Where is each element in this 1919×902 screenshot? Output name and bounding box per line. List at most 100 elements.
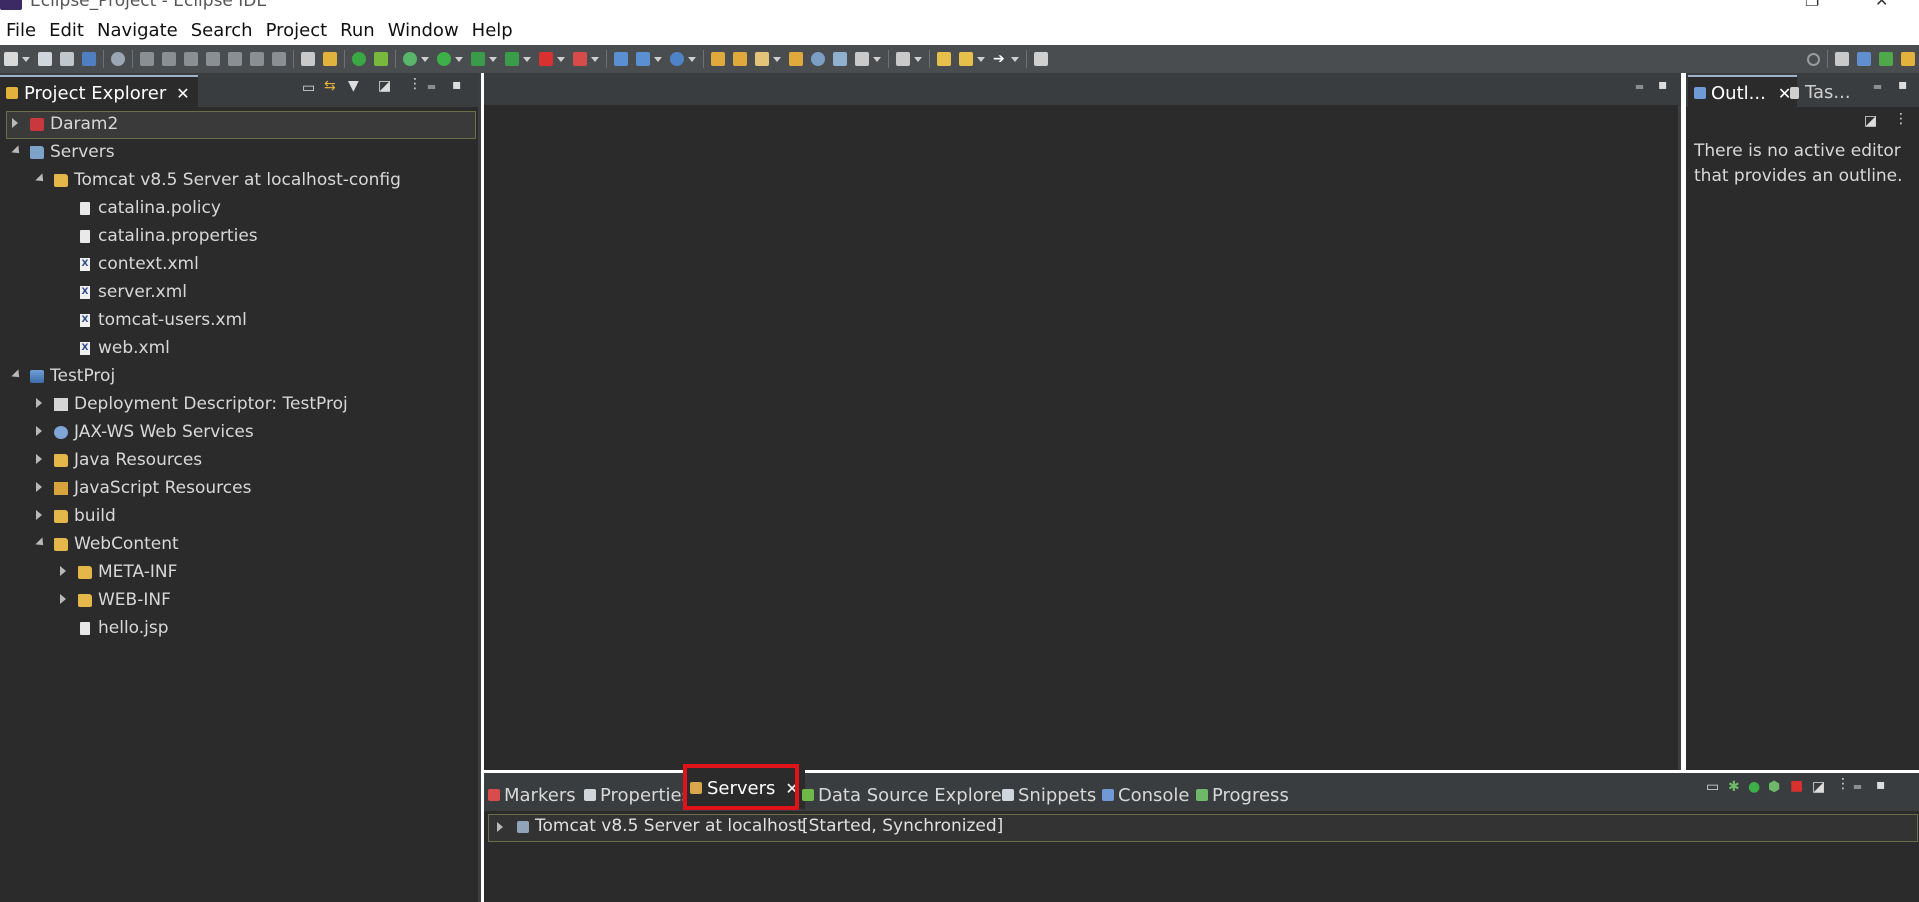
pin-editor-icon[interactable]	[896, 52, 910, 66]
new-class-dropdown-icon[interactable]	[688, 56, 696, 62]
minimize-editor-icon[interactable]: ‗	[1636, 73, 1643, 89]
expand-server-icon[interactable]	[497, 822, 503, 832]
tree-item-context-xml[interactable]: X context.xml	[78, 251, 199, 277]
expand-icon[interactable]	[60, 594, 66, 604]
new-dropdown-icon[interactable]	[22, 56, 30, 62]
tree-item-hello-jsp[interactable]: hello.jsp	[78, 615, 169, 641]
maximize-icon[interactable]: ❐	[1805, 0, 1819, 10]
tree-item-jaxws[interactable]: JAX-WS Web Services	[36, 419, 254, 445]
drop-to-frame-icon[interactable]	[301, 52, 315, 66]
skip-breakpoints-icon[interactable]	[111, 52, 125, 66]
new-class-icon[interactable]	[670, 52, 684, 66]
open-resource-icon[interactable]	[733, 52, 747, 66]
tree-item-web-xml[interactable]: X web.xml	[78, 335, 170, 361]
step-into-icon[interactable]	[228, 52, 242, 66]
collapse-icon[interactable]	[35, 173, 47, 185]
tab-markers[interactable]: Markers	[488, 779, 576, 811]
expand-icon[interactable]	[60, 566, 66, 576]
tree-item-webcontent[interactable]: WebContent	[35, 531, 179, 557]
run-dropdown-icon[interactable]	[455, 56, 463, 62]
view-menu-icon[interactable]: ⋮	[1836, 776, 1850, 792]
pin-dropdown-icon[interactable]	[914, 56, 922, 62]
expand-icon[interactable]	[36, 510, 42, 520]
tab-progress[interactable]: Progress	[1196, 779, 1289, 811]
filter-icon[interactable]: ▼	[348, 78, 359, 94]
close-project-explorer-icon[interactable]: ✕	[176, 84, 189, 103]
tree-item-web-inf[interactable]: WEB-INF	[60, 587, 171, 613]
annotation-dropdown-icon[interactable]	[873, 56, 881, 62]
debug-perspective-icon[interactable]	[1879, 52, 1893, 66]
tree-item-testproj[interactable]: TestProj	[11, 363, 115, 389]
back-dropdown-icon[interactable]	[977, 56, 985, 62]
new-server-icon[interactable]: ▭	[1706, 779, 1719, 795]
last-edit-icon[interactable]	[937, 52, 951, 66]
stop-server-icon[interactable]: ■	[1790, 778, 1803, 794]
profile-icon[interactable]	[573, 52, 587, 66]
tree-item-tomcat-config[interactable]: Tomcat v8.5 Server at localhost-config	[35, 167, 401, 193]
resume-icon[interactable]	[140, 52, 154, 66]
external-tools-icon[interactable]	[505, 52, 519, 66]
console-icon[interactable]	[82, 52, 96, 66]
open-task-icon[interactable]	[789, 52, 803, 66]
menu-project[interactable]: Project	[260, 20, 335, 41]
new-java-project-icon[interactable]	[614, 52, 628, 66]
link-with-editor-icon[interactable]: ⇆	[324, 78, 336, 94]
external-tools-dropdown-icon[interactable]	[523, 56, 531, 62]
open-perspective-icon[interactable]	[1835, 52, 1849, 66]
brush-dropdown-icon[interactable]	[773, 56, 781, 62]
minimize-outline-icon[interactable]: ‗	[1874, 73, 1881, 89]
menu-navigate[interactable]: Navigate	[91, 20, 185, 41]
maximize-view-icon[interactable]: ▪	[452, 77, 462, 93]
stop-dropdown-icon[interactable]	[557, 56, 565, 62]
debug-dropdown-icon[interactable]	[421, 56, 429, 62]
maximize-outline-icon[interactable]: ▪	[1898, 77, 1908, 93]
tree-item-deployment-descriptor[interactable]: Deployment Descriptor: TestProj	[36, 391, 348, 417]
tab-project-explorer[interactable]: Project Explorer ✕	[0, 75, 198, 109]
minimize-bottom-icon[interactable]: ‗	[1854, 773, 1861, 789]
step-over-icon[interactable]	[250, 52, 264, 66]
step-return-icon[interactable]	[272, 52, 286, 66]
run-icon[interactable]	[437, 52, 451, 66]
expand-icon[interactable]	[36, 454, 42, 464]
collapse-all-icon[interactable]: ▭	[302, 80, 315, 96]
focus-icon[interactable]: ◪	[378, 78, 391, 94]
coverage-dropdown-icon[interactable]	[489, 56, 497, 62]
menu-help[interactable]: Help	[466, 20, 520, 41]
tab-data-source-explorer[interactable]: Data Source Explorer	[802, 779, 1009, 811]
forward-icon[interactable]: ➔	[993, 52, 1007, 66]
terminate-icon[interactable]	[184, 52, 198, 66]
annotation-icon[interactable]	[855, 52, 869, 66]
tab-task-list[interactable]: Tas...	[1790, 82, 1851, 103]
team-perspective-icon[interactable]	[1901, 52, 1915, 66]
tree-item-catalina-policy[interactable]: catalina.policy	[78, 195, 221, 221]
search-icon[interactable]	[1807, 52, 1820, 66]
view-menu-icon[interactable]: ⋮	[408, 76, 422, 92]
menu-run[interactable]: Run	[334, 20, 382, 41]
outline-menu-icon[interactable]: ⋮	[1894, 111, 1908, 127]
collapse-icon[interactable]	[11, 145, 23, 157]
expand-icon[interactable]	[12, 118, 18, 128]
search-tool-icon[interactable]	[833, 52, 847, 66]
tree-item-java-resources[interactable]: Java Resources	[36, 447, 202, 473]
back-icon[interactable]	[959, 52, 973, 66]
save-icon[interactable]	[38, 52, 52, 66]
maximize-bottom-icon[interactable]: ▪	[1876, 777, 1886, 793]
tree-item-javascript-resources[interactable]: JavaScript Resources	[36, 475, 251, 501]
start-server-icon[interactable]: ●	[1748, 779, 1760, 795]
server-row[interactable]: Tomcat v8.5 Server at localhost [Started…	[488, 814, 1918, 842]
tree-item-tomcat-users-xml[interactable]: X tomcat-users.xml	[78, 307, 247, 333]
tab-console[interactable]: Console	[1102, 779, 1189, 811]
menu-window[interactable]: Window	[382, 20, 466, 41]
stop-icon[interactable]	[539, 52, 553, 66]
debug-icon[interactable]	[403, 52, 417, 66]
expand-icon[interactable]	[36, 398, 42, 408]
maximize-editor-icon[interactable]: ▪	[1658, 77, 1668, 93]
new-package-icon[interactable]	[636, 52, 650, 66]
close-window-icon[interactable]: ✕	[1875, 0, 1888, 10]
profile-dropdown-icon[interactable]	[591, 56, 599, 62]
forward-dropdown-icon[interactable]	[1011, 56, 1019, 62]
use-step-filters-icon[interactable]	[323, 52, 337, 66]
publish-icon[interactable]	[374, 52, 388, 66]
tab-properties[interactable]: Properties	[584, 779, 691, 811]
tree-item-build[interactable]: build	[36, 503, 116, 529]
